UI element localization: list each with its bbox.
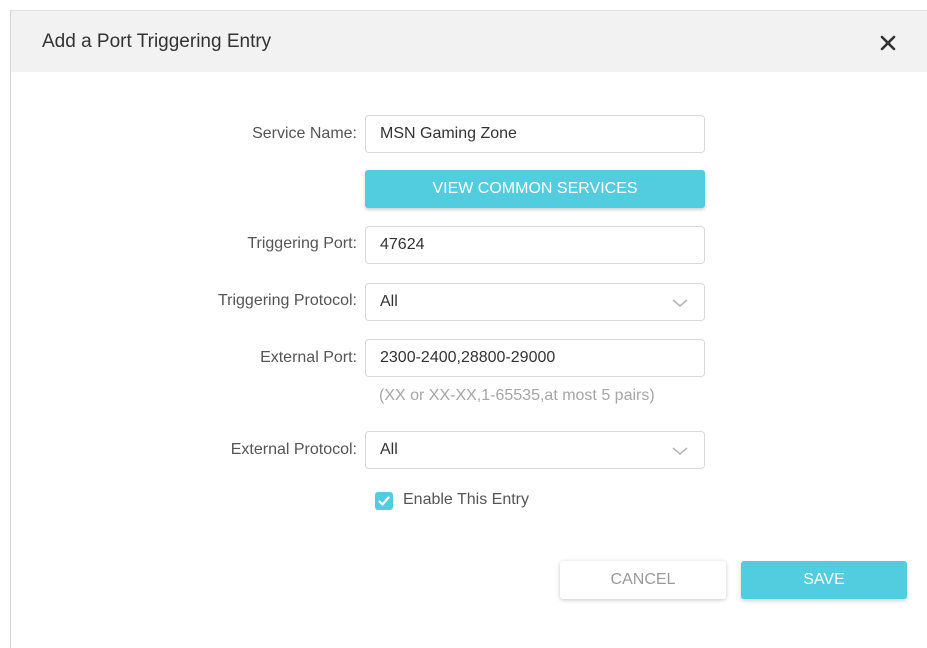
view-common-services-button[interactable]: VIEW COMMON SERVICES (365, 170, 705, 208)
chevron-down-icon (672, 447, 688, 456)
port-triggering-dialog: Add a Port Triggering Entry Service Name… (10, 10, 927, 648)
external-protocol-value: All (380, 441, 398, 458)
dialog-header: Add a Port Triggering Entry (11, 11, 927, 72)
close-button[interactable] (873, 28, 903, 58)
triggering-protocol-value: All (380, 293, 398, 310)
close-icon (880, 35, 896, 51)
enable-entry-label[interactable]: Enable This Entry (403, 491, 529, 509)
triggering-protocol-label: Triggering Protocol: (217, 292, 357, 309)
external-port-input[interactable] (365, 339, 705, 377)
external-port-hint: (XX or XX-XX,1-65535,at most 5 pairs) (379, 387, 655, 404)
external-port-label: External Port: (260, 349, 357, 366)
checkmark-icon (378, 496, 390, 506)
external-protocol-select[interactable]: All (365, 431, 705, 469)
service-name-input[interactable] (365, 115, 705, 153)
cancel-button[interactable]: CANCEL (560, 561, 726, 599)
triggering-port-input[interactable] (365, 226, 705, 264)
chevron-down-icon (672, 299, 688, 308)
triggering-port-label: Triggering Port: (247, 235, 357, 252)
service-name-label: Service Name: (252, 125, 357, 142)
external-protocol-label: External Protocol: (230, 441, 357, 458)
enable-entry-checkbox[interactable] (375, 492, 393, 510)
triggering-protocol-select[interactable]: All (365, 283, 705, 321)
dialog-title: Add a Port Triggering Entry (42, 31, 272, 52)
save-button[interactable]: SAVE (741, 561, 907, 599)
